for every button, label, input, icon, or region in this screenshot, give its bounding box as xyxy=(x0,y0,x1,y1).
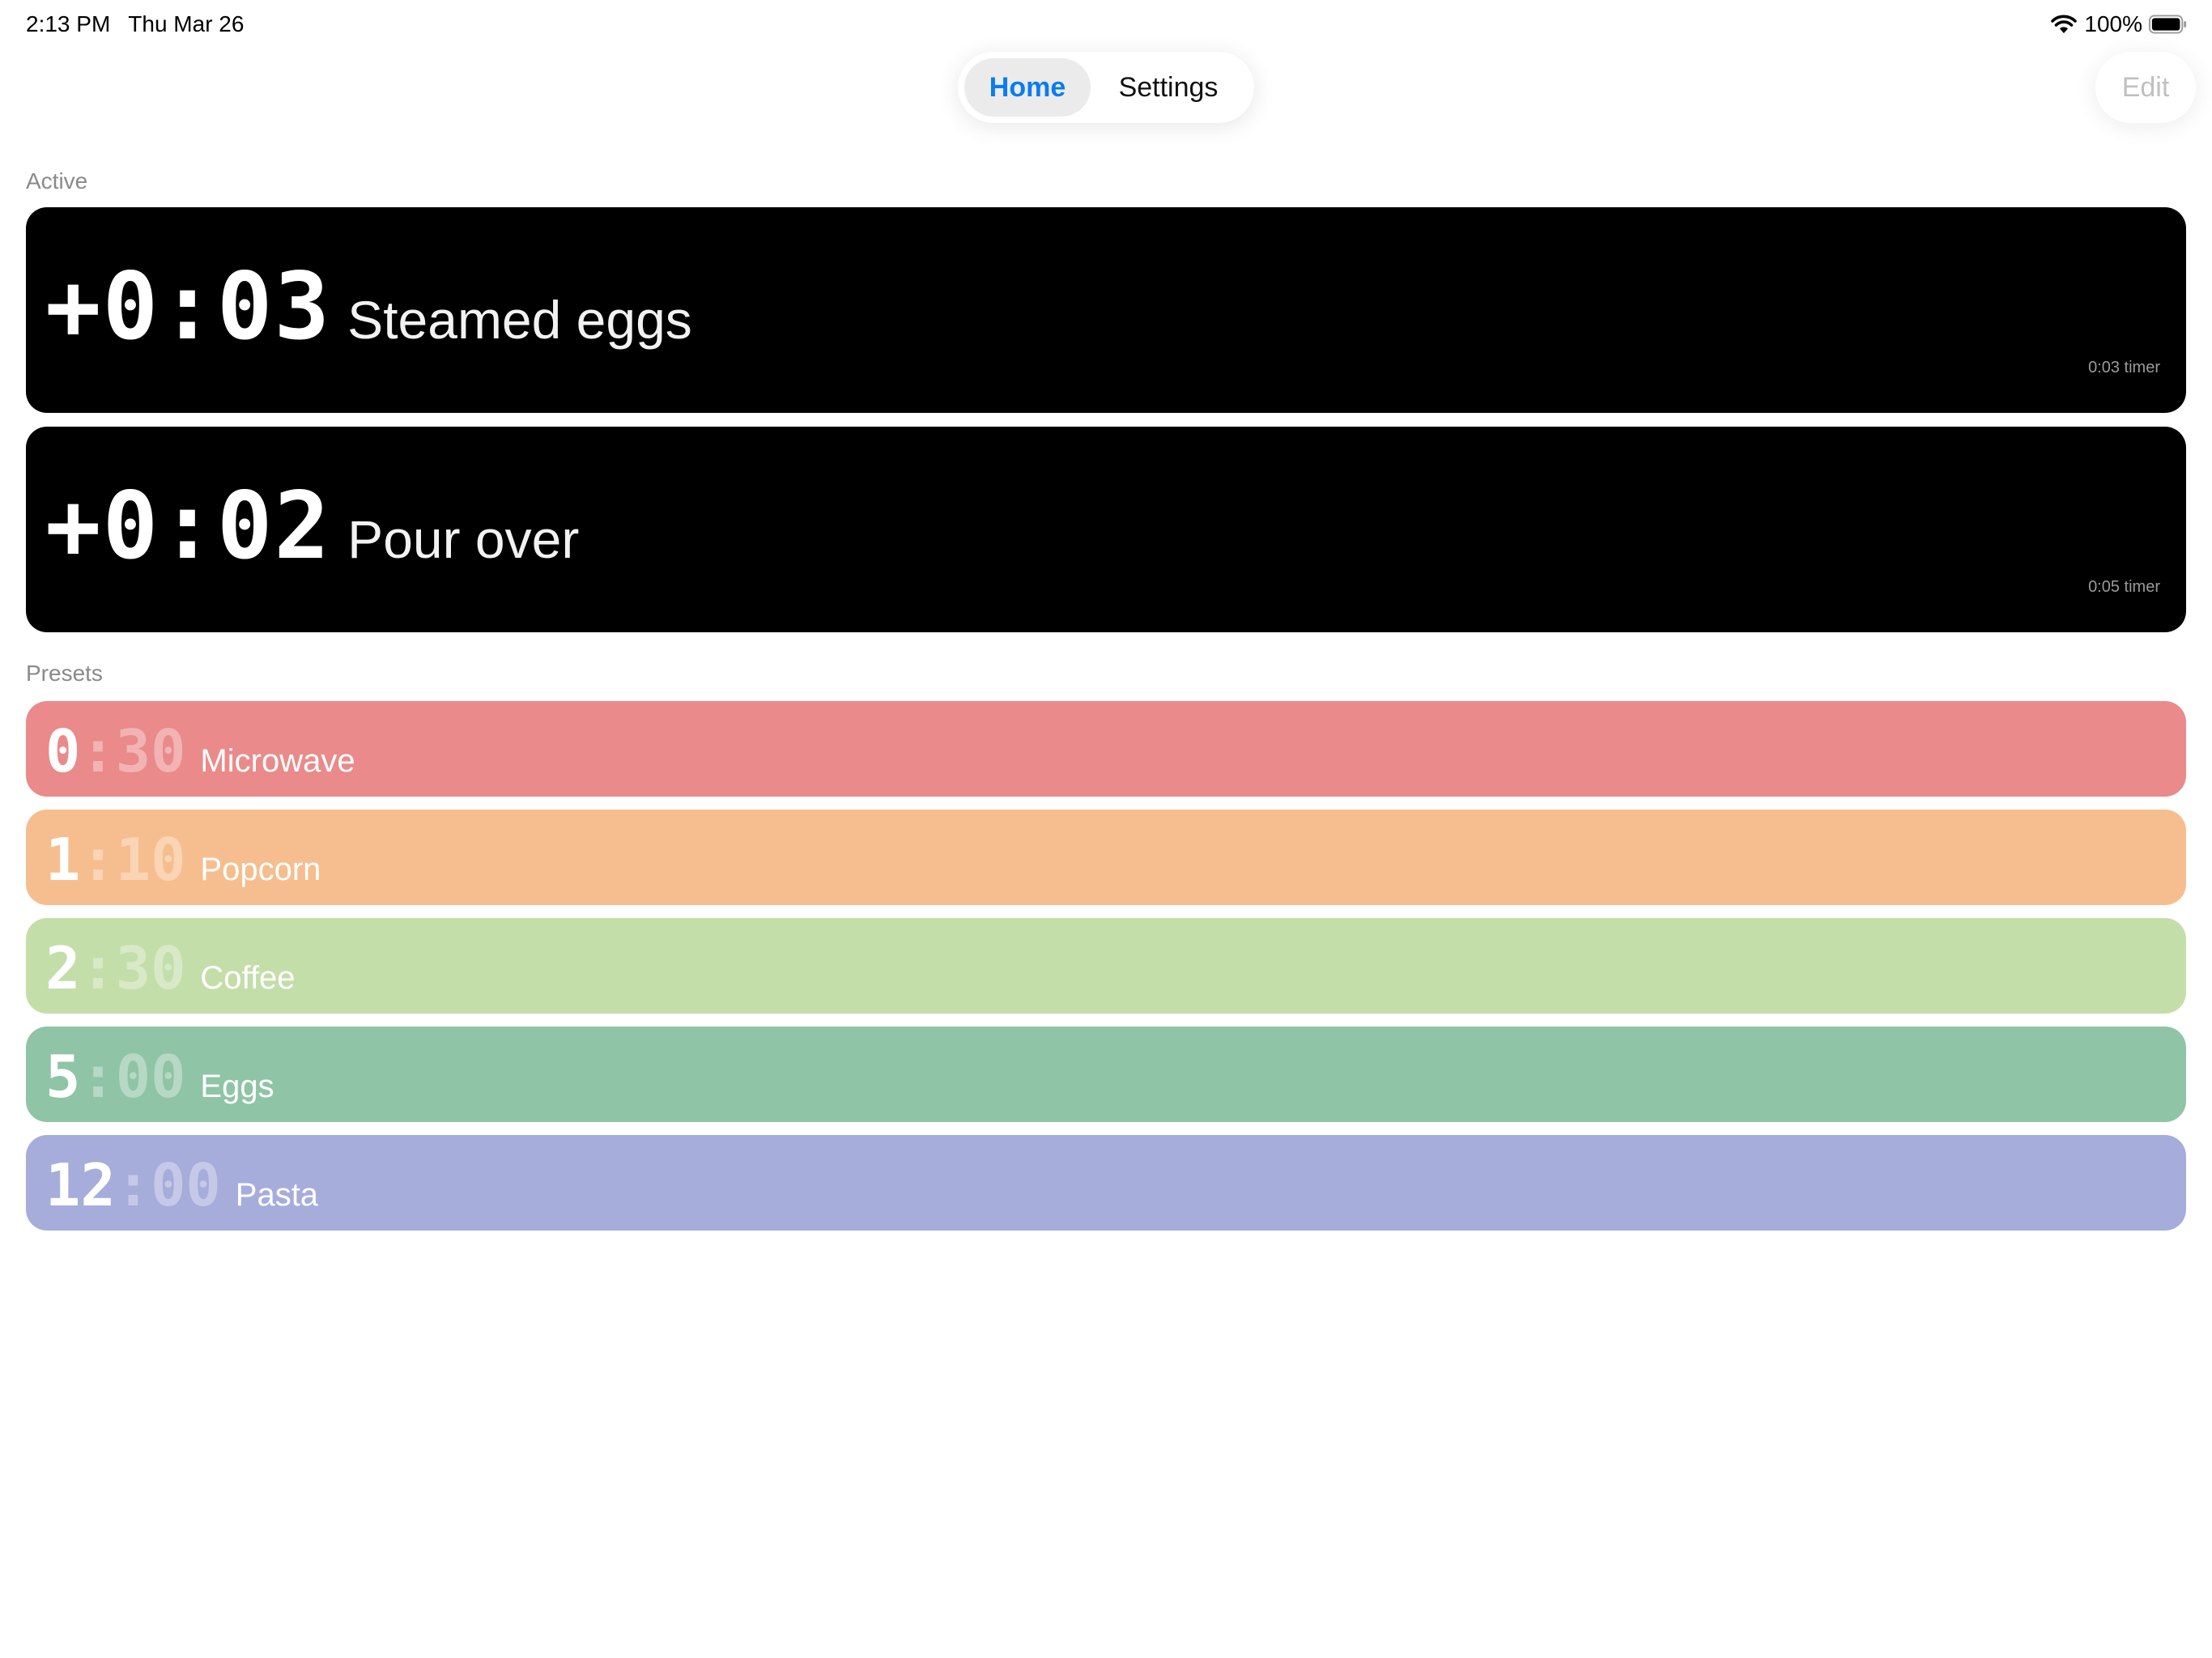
preset-name: Coffee xyxy=(200,960,296,996)
edit-button[interactable]: Edit xyxy=(2095,52,2196,123)
status-bar-right: 100% xyxy=(2050,11,2188,37)
preset-row-pasta[interactable]: 12:00 Pasta xyxy=(26,1135,2186,1231)
app-screen: 2:13 PM Thu Mar 26 100% Home Settings Ed… xyxy=(0,0,2212,1658)
preset-colon: : xyxy=(80,826,116,894)
preset-minutes: 1 xyxy=(45,826,81,894)
preset-row-microwave[interactable]: 0:30 Microwave xyxy=(26,701,2186,797)
status-bar-left: 2:13 PM Thu Mar 26 xyxy=(26,11,244,37)
active-timer-elapsed: +0:03 xyxy=(45,253,332,360)
nav-segmented-control: Home Settings xyxy=(958,52,1254,123)
preset-minutes: 12 xyxy=(45,1151,116,1219)
active-section-label: Active xyxy=(26,168,88,193)
active-timer-main: +0:02 Pour over xyxy=(45,472,579,580)
preset-seconds: 30 xyxy=(115,934,186,1002)
preset-minutes: 2 xyxy=(45,934,81,1002)
preset-name: Popcorn xyxy=(200,852,321,887)
preset-content: 12:00 Pasta xyxy=(45,1151,318,1219)
preset-content: 5:00 Eggs xyxy=(45,1043,274,1111)
preset-seconds: 00 xyxy=(151,1151,221,1219)
preset-name: Pasta xyxy=(235,1177,319,1213)
status-date: Thu Mar 26 xyxy=(128,11,245,36)
preset-name: Microwave xyxy=(200,743,355,779)
active-timer-name: Steamed eggs xyxy=(347,290,692,350)
preset-minutes: 0 xyxy=(45,717,81,785)
active-timer-name: Pour over xyxy=(347,509,580,569)
wifi-icon xyxy=(2050,14,2078,35)
preset-row-eggs[interactable]: 5:00 Eggs xyxy=(26,1027,2186,1122)
active-timer-duration: 0:03 timer xyxy=(2088,359,2160,376)
active-timer-card[interactable]: +0:02 Pour over 0:05 timer xyxy=(26,427,2186,632)
preset-seconds: 00 xyxy=(115,1043,186,1111)
active-timer-elapsed: +0:02 xyxy=(45,472,332,580)
battery-percent: 100% xyxy=(2084,11,2142,36)
preset-colon: : xyxy=(80,934,116,1002)
preset-colon: : xyxy=(80,717,116,785)
preset-content: 2:30 Coffee xyxy=(45,934,296,1002)
preset-name: Eggs xyxy=(200,1069,274,1104)
tab-home[interactable]: Home xyxy=(964,58,1091,117)
preset-colon: : xyxy=(80,1043,116,1111)
preset-row-popcorn[interactable]: 1:10 Popcorn xyxy=(26,810,2186,905)
battery-full-icon xyxy=(2149,15,2188,34)
preset-row-coffee[interactable]: 2:30 Coffee xyxy=(26,918,2186,1014)
active-timer-main: +0:03 Steamed eggs xyxy=(45,253,692,360)
preset-colon: : xyxy=(115,1151,151,1219)
preset-content: 0:30 Microwave xyxy=(45,717,355,785)
tab-settings[interactable]: Settings xyxy=(1091,58,1246,117)
active-timer-card[interactable]: +0:03 Steamed eggs 0:03 timer xyxy=(26,207,2186,413)
preset-minutes: 5 xyxy=(45,1043,81,1111)
active-timer-duration: 0:05 timer xyxy=(2088,578,2160,596)
preset-seconds: 10 xyxy=(115,826,186,894)
presets-section-label: Presets xyxy=(26,661,103,686)
preset-seconds: 30 xyxy=(115,717,186,785)
status-time: 2:13 PM xyxy=(26,11,111,36)
preset-content: 1:10 Popcorn xyxy=(45,826,321,894)
